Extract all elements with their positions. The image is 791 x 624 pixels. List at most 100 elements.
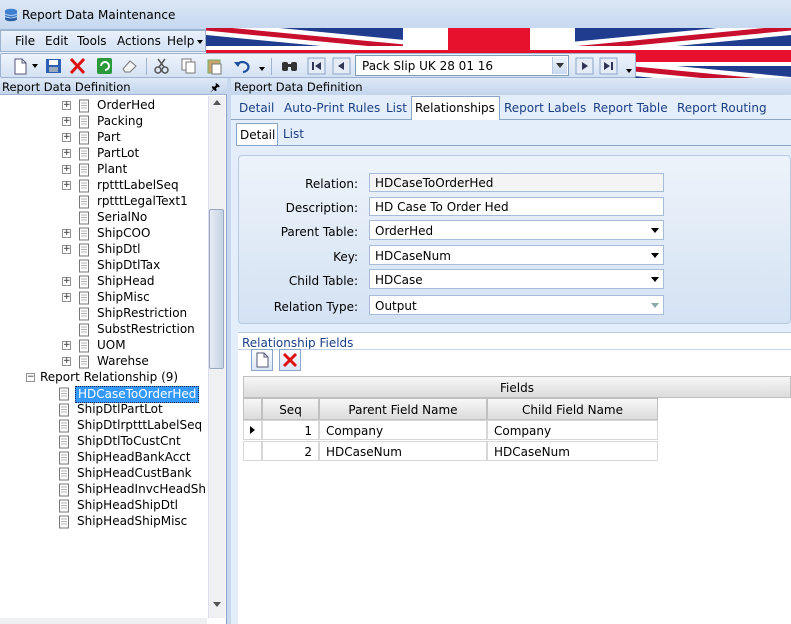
tab-relationships[interactable]: Relationships xyxy=(411,96,500,120)
clear-icon[interactable] xyxy=(120,57,139,75)
tree-item-table[interactable]: + ShipCOO xyxy=(0,226,207,242)
tree-hscrollbar[interactable] xyxy=(0,618,207,624)
menu-tools[interactable]: Tools xyxy=(76,34,108,48)
scroll-up-icon[interactable] xyxy=(213,100,221,105)
tree-item-table[interactable]: + UOM xyxy=(0,338,207,354)
tree-item-table[interactable]: ShipDtlTax xyxy=(0,258,207,274)
toolbar-overflow-icon[interactable] xyxy=(626,69,632,73)
tree-item-table[interactable]: + ShipDtl xyxy=(0,242,207,258)
menu-edit[interactable]: Edit xyxy=(44,34,69,48)
menu-overflow-icon[interactable] xyxy=(197,40,203,44)
table-cell-parent-field[interactable]: HDCaseNum xyxy=(319,441,487,461)
key-select[interactable]: HDCaseNum xyxy=(369,245,664,265)
expand-icon[interactable]: + xyxy=(62,117,71,126)
expand-icon[interactable]: + xyxy=(62,101,71,110)
refresh-icon[interactable] xyxy=(95,57,114,75)
tree-item-table[interactable]: rptttLegalText1 xyxy=(0,194,207,210)
collapse-icon[interactable]: − xyxy=(26,373,35,382)
first-record-icon[interactable] xyxy=(307,57,326,75)
copy-icon[interactable] xyxy=(179,57,198,75)
relation-type-select[interactable]: Output xyxy=(369,295,664,315)
tree-item-report-relationship[interactable]: − Report Relationship (9) xyxy=(0,370,207,386)
column-header-child-field[interactable]: Child Field Name xyxy=(487,398,658,420)
chevron-down-icon[interactable] xyxy=(651,277,659,282)
chevron-down-icon[interactable] xyxy=(651,303,659,308)
tree-item-table[interactable]: ShipRestriction xyxy=(0,306,207,322)
tree-item-table[interactable]: + OrderHed xyxy=(0,98,207,114)
expand-icon[interactable]: + xyxy=(62,149,71,158)
tree-item-relationship[interactable]: ShipHeadShipMisc xyxy=(0,514,207,530)
chevron-down-icon[interactable] xyxy=(552,57,567,74)
expand-icon[interactable]: + xyxy=(62,133,71,142)
tree-item-relationship[interactable]: ShipDtlToCustCnt xyxy=(0,434,207,450)
scroll-down-icon[interactable] xyxy=(213,602,221,607)
subtab-list[interactable]: List xyxy=(280,123,307,145)
tab-report-labels[interactable]: Report Labels xyxy=(501,97,589,119)
cut-icon[interactable] xyxy=(152,57,171,75)
tree-item-table[interactable]: + ShipMisc xyxy=(0,290,207,306)
undo-icon[interactable] xyxy=(232,57,251,75)
tree-item-table[interactable]: + ShipHead xyxy=(0,274,207,290)
column-header-seq[interactable]: Seq xyxy=(262,398,319,420)
tree-item-relationship[interactable]: ShipHeadShipDtl xyxy=(0,498,207,514)
undo-dropdown-icon[interactable] xyxy=(259,67,265,71)
menu-file[interactable]: File xyxy=(14,34,36,48)
tree-item-table[interactable]: SerialNo xyxy=(0,210,207,226)
tree-item-table[interactable]: + rptttLabelSeq xyxy=(0,178,207,194)
chevron-down-icon[interactable] xyxy=(651,253,659,258)
relation-field[interactable]: HDCaseToOrderHed xyxy=(369,173,664,192)
tab-auto-print-rules[interactable]: Auto-Print Rules xyxy=(281,97,383,119)
save-icon[interactable] xyxy=(44,57,63,75)
tree-item-table[interactable]: + Warehse xyxy=(0,354,207,370)
expand-icon[interactable]: + xyxy=(62,357,71,366)
tree-item-table[interactable]: + PartLot xyxy=(0,146,207,162)
tab-detail[interactable]: Detail xyxy=(236,97,277,119)
row-selector[interactable] xyxy=(243,420,262,440)
tab-report-routing[interactable]: Report Routing xyxy=(674,97,770,119)
tree-item-relationship[interactable]: ShipHeadInvcHeadShi xyxy=(0,482,207,498)
previous-record-icon[interactable] xyxy=(332,57,351,75)
table-cell-parent-field[interactable]: Company xyxy=(319,420,487,440)
last-record-icon[interactable] xyxy=(599,57,618,75)
tree-item-table[interactable]: SubstRestriction xyxy=(0,322,207,338)
tree-item-relationship[interactable]: ShipHeadBankAcct xyxy=(0,450,207,466)
new-icon[interactable] xyxy=(11,57,30,75)
splitter[interactable] xyxy=(227,78,231,624)
tab-report-table[interactable]: Report Table xyxy=(590,97,671,119)
expand-icon[interactable]: + xyxy=(62,165,71,174)
tree-scroll-thumb[interactable] xyxy=(209,209,224,369)
menu-actions[interactable]: Actions xyxy=(116,34,162,48)
add-field-button[interactable] xyxy=(251,349,273,371)
child-table-select[interactable]: HDCase xyxy=(369,269,664,289)
delete-field-button[interactable] xyxy=(279,349,301,371)
tree-item-table[interactable]: + Packing xyxy=(0,114,207,130)
tab-list[interactable]: List xyxy=(383,97,410,119)
tree-item-relationship[interactable]: ShipDtlrptttLabelSeq xyxy=(0,418,207,434)
expand-icon[interactable]: + xyxy=(62,229,71,238)
table-cell-child-field[interactable]: Company xyxy=(487,420,658,440)
description-field[interactable]: HD Case To Order Hed xyxy=(369,197,664,216)
record-selector-combo[interactable]: Pack Slip UK 28 01 16 xyxy=(355,55,569,76)
tree-item-relationship[interactable]: ShipDtlPartLot xyxy=(0,402,207,418)
table-cell-child-field[interactable]: HDCaseNum xyxy=(487,441,658,461)
subtab-detail[interactable]: Detail xyxy=(236,123,278,145)
menu-help[interactable]: Help xyxy=(166,34,195,48)
next-record-icon[interactable] xyxy=(575,57,594,75)
tree-item-table[interactable]: + Plant xyxy=(0,162,207,178)
delete-icon[interactable] xyxy=(68,57,87,75)
tree-item-relationship[interactable]: ShipHeadCustBank xyxy=(0,466,207,482)
table-cell-seq[interactable]: 2 xyxy=(262,441,319,461)
new-dropdown-icon[interactable] xyxy=(32,64,38,68)
column-header-parent-field[interactable]: Parent Field Name xyxy=(319,398,487,420)
expand-icon[interactable]: + xyxy=(62,293,71,302)
tree-item-relationship[interactable]: HDCaseToOrderHed xyxy=(0,386,207,403)
parent-table-select[interactable]: OrderHed xyxy=(369,220,664,240)
paste-icon[interactable] xyxy=(205,57,224,75)
expand-icon[interactable]: + xyxy=(62,277,71,286)
table-cell-seq[interactable]: 1 xyxy=(262,420,319,440)
expand-icon[interactable]: + xyxy=(62,245,71,254)
tree-item-table[interactable]: + Part xyxy=(0,130,207,146)
expand-icon[interactable]: + xyxy=(62,341,71,350)
find-icon[interactable] xyxy=(280,57,299,75)
chevron-down-icon[interactable] xyxy=(651,228,659,233)
